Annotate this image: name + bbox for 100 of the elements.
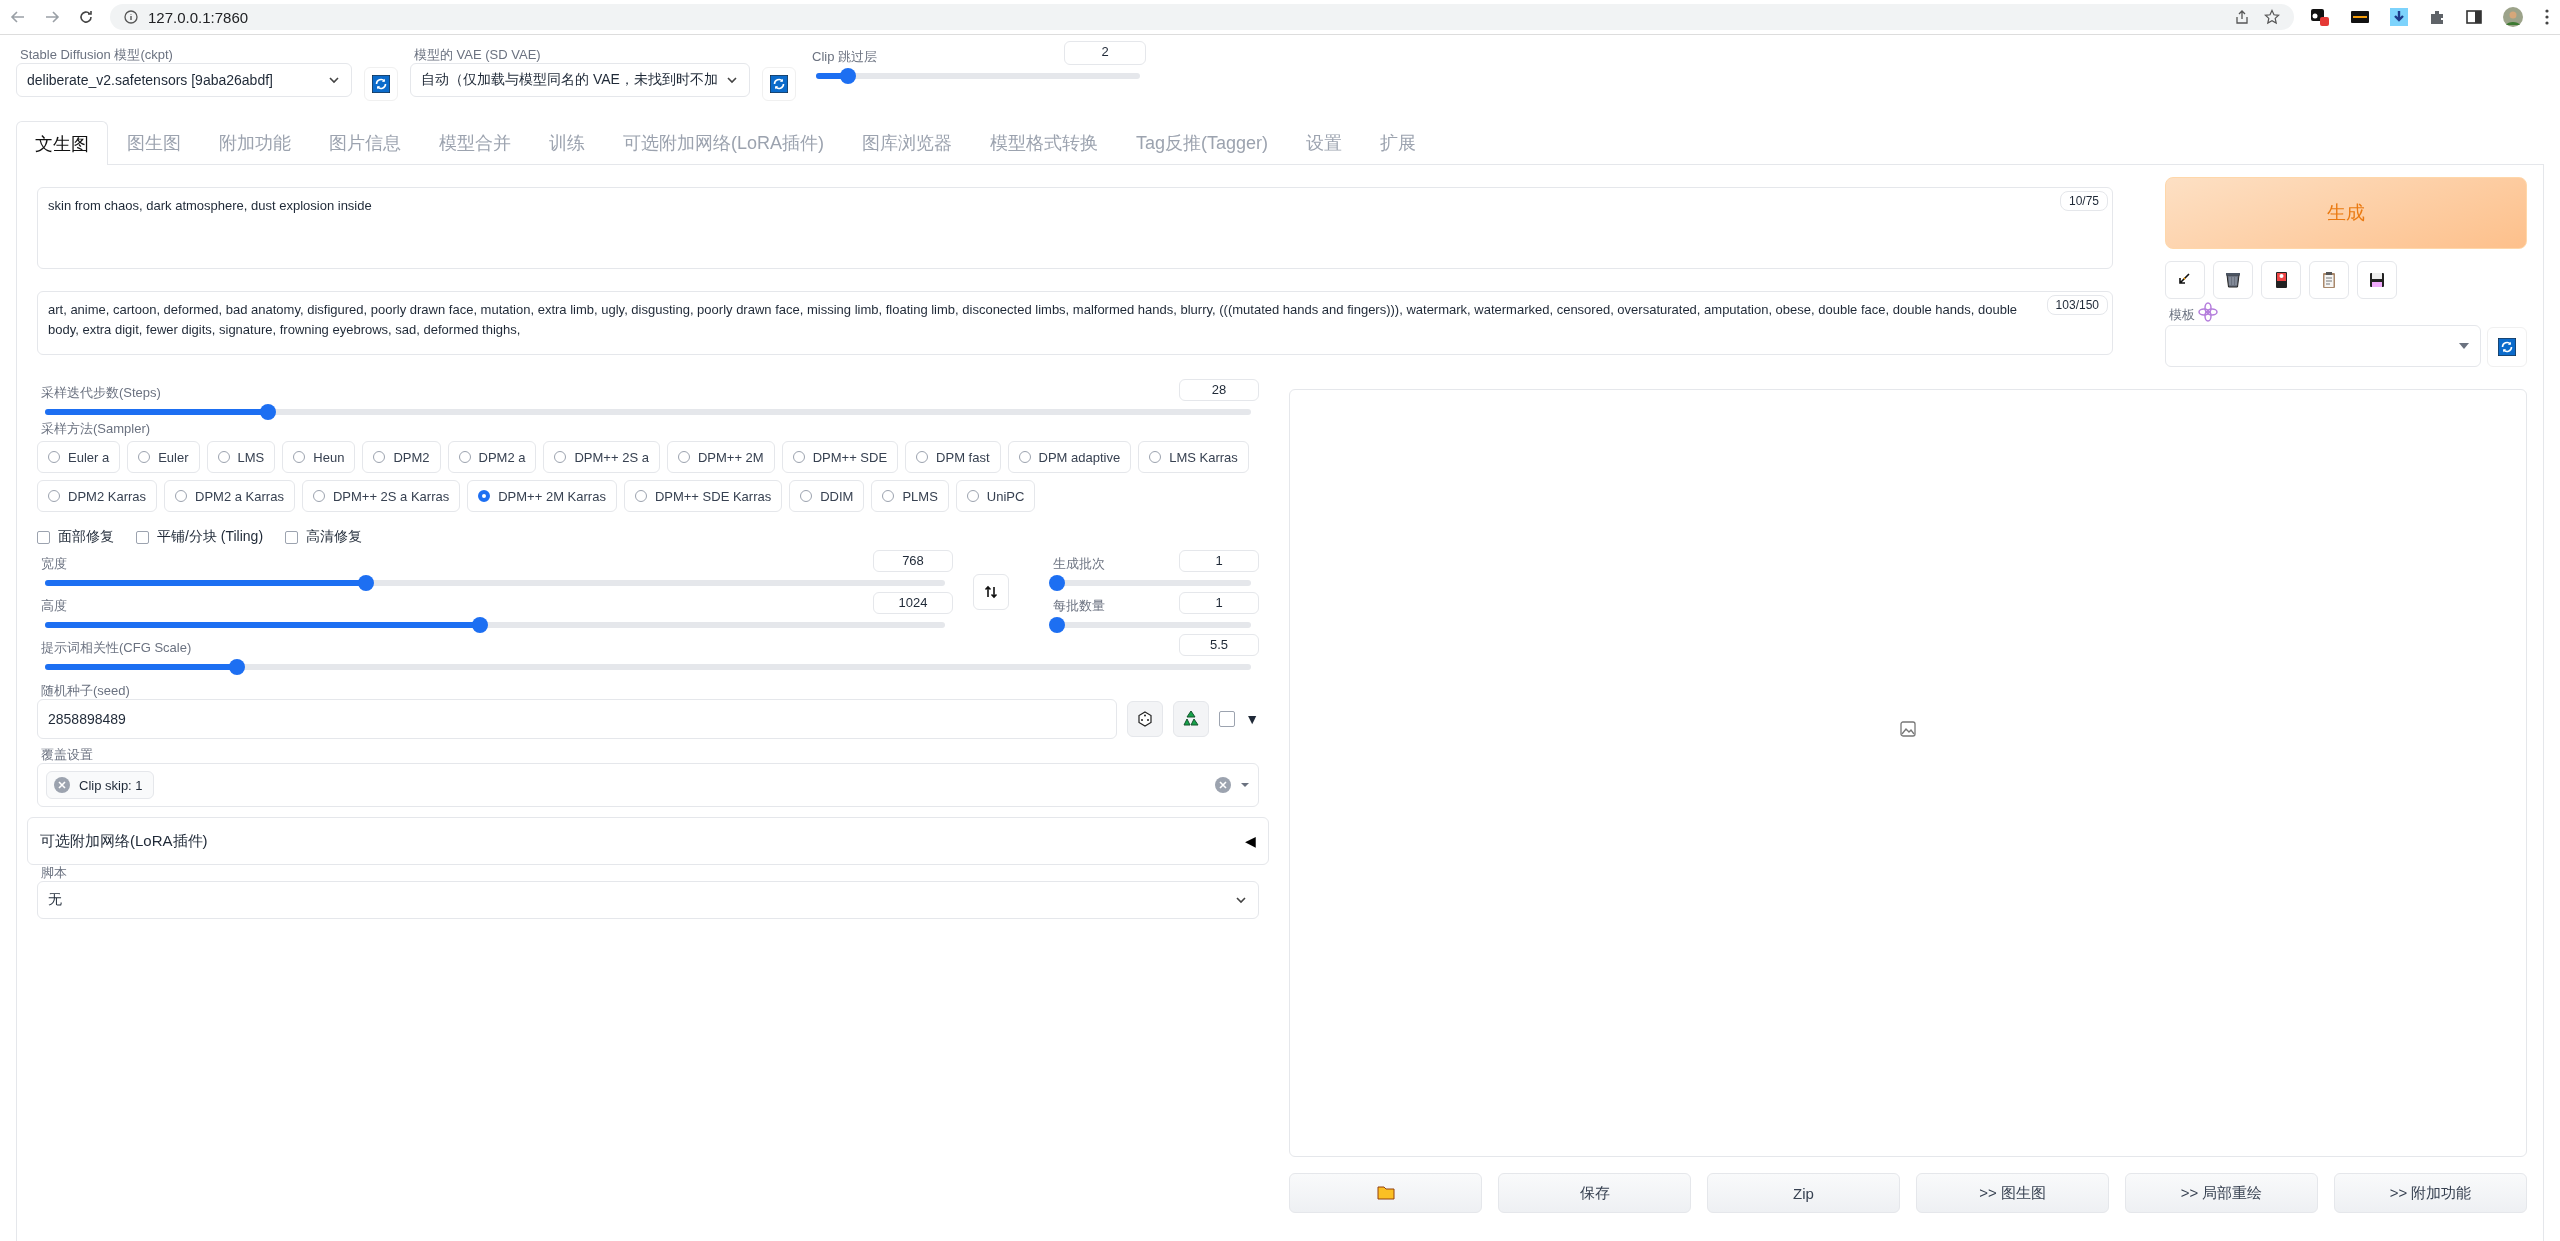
flower-icon[interactable] — [2197, 301, 2219, 323]
star-icon[interactable] — [2264, 9, 2280, 25]
swap-button[interactable] — [973, 574, 1009, 610]
action-button[interactable]: >> 附加功能 — [2334, 1173, 2527, 1213]
sampler-option[interactable]: DPM2 a — [447, 441, 537, 473]
sampler-option[interactable]: DPM++ 2S a Karras — [301, 480, 461, 512]
number-field[interactable]: 1 — [1179, 550, 1259, 572]
tag-chip[interactable]: Clip skip: 1 — [46, 771, 154, 799]
sampler-option[interactable]: DDIM — [789, 480, 865, 512]
reload-icon[interactable] — [78, 9, 94, 25]
slider-thumb[interactable] — [358, 575, 375, 591]
model-dropdown[interactable]: deliberate_v2.safetensors [9aba26abdf] — [16, 63, 352, 97]
slider-thumb[interactable] — [1049, 575, 1065, 591]
action-button[interactable]: >> 局部重绘 — [2125, 1173, 2318, 1213]
refresh-button[interactable] — [2487, 327, 2527, 367]
slider-thumb[interactable] — [1049, 617, 1065, 633]
number-field[interactable]: 1 — [1179, 592, 1259, 614]
slider-thumb[interactable] — [840, 68, 857, 84]
back-icon[interactable] — [10, 9, 26, 25]
sampler-option[interactable]: DPM++ 2S a — [543, 441, 660, 473]
remove-icon[interactable] — [53, 776, 71, 794]
field-label: 模型的 VAE (SD VAE) — [413, 47, 542, 63]
slider-thumb[interactable] — [228, 659, 245, 675]
dice-icon — [1136, 710, 1155, 728]
number-field[interactable]: 5.5 — [1179, 634, 1259, 656]
share-icon[interactable] — [2234, 9, 2250, 25]
accordion-title: 可选附加网络(LoRA插件) — [40, 831, 208, 851]
override-select[interactable]: Clip skip: 1 — [37, 763, 1259, 807]
slider-label: 高度 — [40, 598, 67, 614]
sampler-option[interactable]: Euler a — [37, 441, 121, 473]
sampler-option[interactable]: DPM++ 2M — [666, 441, 775, 473]
sidebar-icon[interactable] — [2466, 9, 2482, 25]
prompt-text: skin from chaos, dark atmosphere, dust explosion inside — [48, 198, 372, 213]
accordion-header[interactable]: 可选附加网络(LoRA插件) ◀ — [27, 817, 1269, 865]
sampler-option[interactable]: LMS Karras — [1138, 441, 1249, 473]
avatar-icon[interactable] — [2502, 6, 2524, 28]
tab[interactable]: 文生图 — [16, 121, 108, 165]
vae-dropdown[interactable]: 自动（仅加载与模型同名的 VAE，未找到时不加 — [410, 63, 750, 97]
sampler-option[interactable]: DPM2 a Karras — [164, 480, 295, 512]
caret-icon — [1240, 782, 1250, 788]
sampler-option[interactable]: DPM++ 2M Karras — [467, 480, 617, 512]
collapse-toggle[interactable]: ◀ — [1245, 833, 1256, 849]
sampler-option[interactable]: DPM++ SDE — [781, 441, 899, 473]
slider-label: 每批数量 — [1052, 598, 1105, 614]
checkbox[interactable] — [285, 530, 299, 544]
field-label: 覆盖设置 — [40, 747, 94, 763]
checkbox[interactable] — [136, 530, 149, 544]
address-bar[interactable]: 127.0.0.1:7860 — [110, 4, 2294, 30]
checkbox[interactable] — [1219, 711, 1236, 727]
caret-icon — [2458, 342, 2470, 350]
sampler-option[interactable]: DPM2 — [362, 441, 441, 473]
extension-icon[interactable] — [2350, 9, 2370, 25]
number-field[interactable]: 2 — [1064, 41, 1146, 65]
sampler-option[interactable]: DPM adaptive — [1007, 441, 1132, 473]
url-text: 127.0.0.1:7860 — [148, 8, 249, 26]
sampler-option[interactable]: DPM fast — [905, 441, 1001, 473]
folder-icon — [1376, 1185, 1395, 1201]
more-icon[interactable] — [2544, 8, 2550, 26]
slider-label: 提示词相关性(CFG Scale) — [40, 640, 192, 656]
sampler-option[interactable]: PLMS — [871, 480, 949, 512]
field-label: 采样方法(Sampler) — [40, 421, 152, 437]
sampler-option[interactable]: LMS — [206, 441, 276, 473]
negative-prompt-field[interactable] — [37, 291, 2113, 355]
field-label: 模板 — [2168, 307, 2195, 323]
tool-button[interactable] — [2213, 261, 2253, 299]
tool-button[interactable] — [2357, 261, 2397, 299]
field-label: 脚本 — [40, 865, 68, 881]
refresh-button[interactable] — [364, 67, 398, 101]
random-seed-button[interactable] — [1127, 701, 1164, 737]
sampler-option[interactable]: DPM2 Karras — [37, 480, 158, 512]
slider-thumb[interactable] — [260, 404, 277, 420]
image-icon — [1899, 720, 1917, 738]
swap-icon — [984, 585, 998, 599]
number-field[interactable]: 768 — [873, 550, 953, 572]
action-button[interactable]: 保存 — [1498, 1173, 1691, 1213]
slider-thumb[interactable] — [471, 617, 488, 633]
sampler-option[interactable]: UniPC — [955, 480, 1036, 512]
reuse-seed-button[interactable] — [1173, 701, 1210, 737]
action-button[interactable]: Zip — [1707, 1173, 1900, 1213]
number-field[interactable]: 1024 — [873, 592, 953, 614]
script-dropdown[interactable]: 无 — [37, 881, 1259, 919]
checkbox[interactable] — [37, 530, 50, 544]
extension-icon[interactable] — [2310, 7, 2330, 27]
expand-toggle[interactable]: ▼ — [1245, 711, 1259, 727]
forward-icon[interactable] — [44, 9, 60, 25]
download-icon[interactable] — [2390, 8, 2408, 26]
prompt-field[interactable]: skin from chaos, dark atmosphere, dust explosion inside 10/75 — [37, 187, 2113, 269]
clear-icon[interactable] — [1214, 776, 1232, 794]
refresh-button[interactable] — [762, 67, 796, 101]
info-icon — [124, 10, 138, 24]
tool-button[interactable] — [2261, 261, 2301, 299]
field-label: Stable Diffusion 模型(ckpt) — [19, 47, 174, 63]
sampler-option[interactable]: DPM++ SDE Karras — [623, 480, 783, 512]
seed-field[interactable]: 2858898489 — [37, 699, 1118, 739]
sampler-option[interactable]: Euler — [127, 441, 200, 473]
puzzle-icon[interactable] — [2428, 8, 2446, 26]
refresh-icon — [770, 75, 788, 93]
number-field[interactable]: 28 — [1179, 379, 1259, 401]
sampler-option[interactable]: Heun — [282, 441, 356, 473]
action-button[interactable]: >> 图生图 — [1916, 1173, 2109, 1213]
